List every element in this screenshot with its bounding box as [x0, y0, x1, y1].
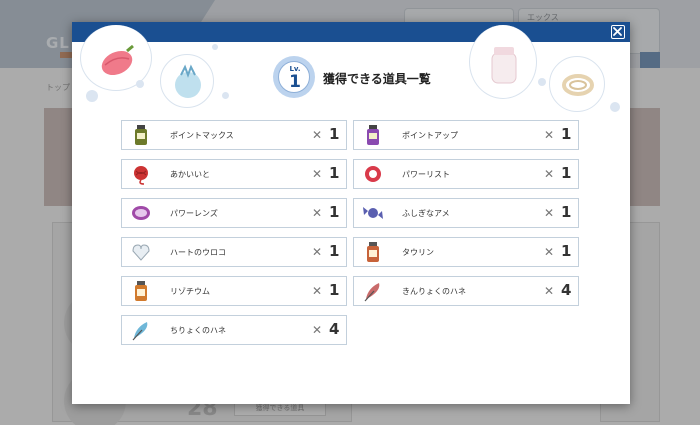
ring-icon	[562, 74, 594, 96]
item-quantity: 1	[561, 164, 572, 182]
decor-dot	[136, 80, 144, 88]
item-card: パワーリスト ✕ 1	[353, 159, 579, 189]
item-multiply-sign: ✕	[544, 245, 555, 259]
power-bracer-icon	[365, 166, 381, 182]
power-lens-icon	[132, 206, 150, 220]
item-quantity: 1	[561, 203, 572, 221]
item-name: ハートのウロコ	[170, 248, 226, 257]
item-quantity: 1	[329, 203, 340, 221]
jar-icon	[491, 47, 517, 84]
decor-dot	[610, 102, 620, 112]
bottle-icon	[135, 125, 147, 145]
vitamin-bottle-icon	[367, 242, 379, 262]
item-multiply-sign: ✕	[312, 284, 323, 298]
item-name: パワーレンズ	[170, 209, 218, 218]
decor-berry2-circle	[160, 54, 214, 108]
item-quantity: 1	[329, 281, 340, 299]
item-card: きんりょくのハネ ✕ 4	[353, 276, 579, 306]
heart-scale-icon	[132, 244, 150, 261]
level-value: 1	[289, 72, 301, 92]
item-name: ポイントアップ	[402, 131, 458, 140]
item-name: タウリン	[402, 248, 434, 257]
item-multiply-sign: ✕	[544, 284, 555, 298]
item-card: パワーレンズ ✕ 1	[121, 198, 347, 228]
decor-dot	[86, 90, 98, 102]
item-card: あかいいと ✕ 1	[121, 159, 347, 189]
item-card: ポイントマックス ✕ 1	[121, 120, 347, 150]
item-card: ハートのウロコ ✕ 1	[121, 237, 347, 267]
item-quantity: 1	[561, 125, 572, 143]
item-multiply-sign: ✕	[312, 128, 323, 142]
red-string-icon	[134, 166, 148, 185]
feather-icon	[132, 322, 148, 341]
rare-candy-icon	[363, 207, 383, 219]
item-quantity: 1	[329, 242, 340, 260]
decor-ring-circle	[549, 56, 605, 112]
blue-berry-icon	[175, 64, 201, 98]
decor-dot	[212, 44, 218, 50]
level-badge: Lv. 1	[273, 56, 315, 98]
item-quantity: 1	[561, 242, 572, 260]
item-name: きんりょくのハネ	[402, 287, 466, 296]
item-card: リゾチウム ✕ 1	[121, 276, 347, 306]
modal-title: 獲得できる道具一覧	[323, 72, 431, 86]
item-multiply-sign: ✕	[312, 323, 323, 337]
item-card: ちりょくのハネ ✕ 4	[121, 315, 347, 345]
item-multiply-sign: ✕	[544, 206, 555, 220]
item-multiply-sign: ✕	[544, 167, 555, 181]
item-quantity: 1	[329, 125, 340, 143]
feather-icon	[364, 283, 380, 302]
item-card: ポイントアップ ✕ 1	[353, 120, 579, 150]
item-name: リゾチウム	[170, 287, 210, 296]
item-name: ちりょくのハネ	[170, 326, 226, 335]
decor-dot	[538, 78, 546, 86]
item-name: ふしぎなアメ	[402, 209, 450, 218]
item-quantity: 1	[329, 164, 340, 182]
item-quantity: 4	[329, 320, 340, 338]
items-modal: Lv. 1 獲得できる道具一覧 ポイントマックス ✕ 1 ポイントアップ ✕ 1 あかいいと…	[72, 22, 630, 404]
item-multiply-sign: ✕	[312, 167, 323, 181]
decor-dot	[222, 92, 229, 99]
item-card: ふしぎなアメ ✕ 1	[353, 198, 579, 228]
item-name: ポイントマックス	[170, 131, 234, 140]
item-quantity: 4	[561, 281, 572, 299]
item-multiply-sign: ✕	[544, 128, 555, 142]
decor-jar-circle	[469, 25, 537, 99]
close-icon	[613, 27, 622, 36]
item-name: あかいいと	[170, 170, 210, 179]
modal-header-bar	[72, 22, 630, 42]
vitamin-bottle-icon	[135, 281, 147, 301]
item-card: タウリン ✕ 1	[353, 237, 579, 267]
item-name: パワーリスト	[402, 170, 450, 179]
item-multiply-sign: ✕	[312, 206, 323, 220]
item-multiply-sign: ✕	[312, 245, 323, 259]
bottle-icon	[367, 125, 379, 145]
close-button[interactable]	[611, 25, 625, 39]
